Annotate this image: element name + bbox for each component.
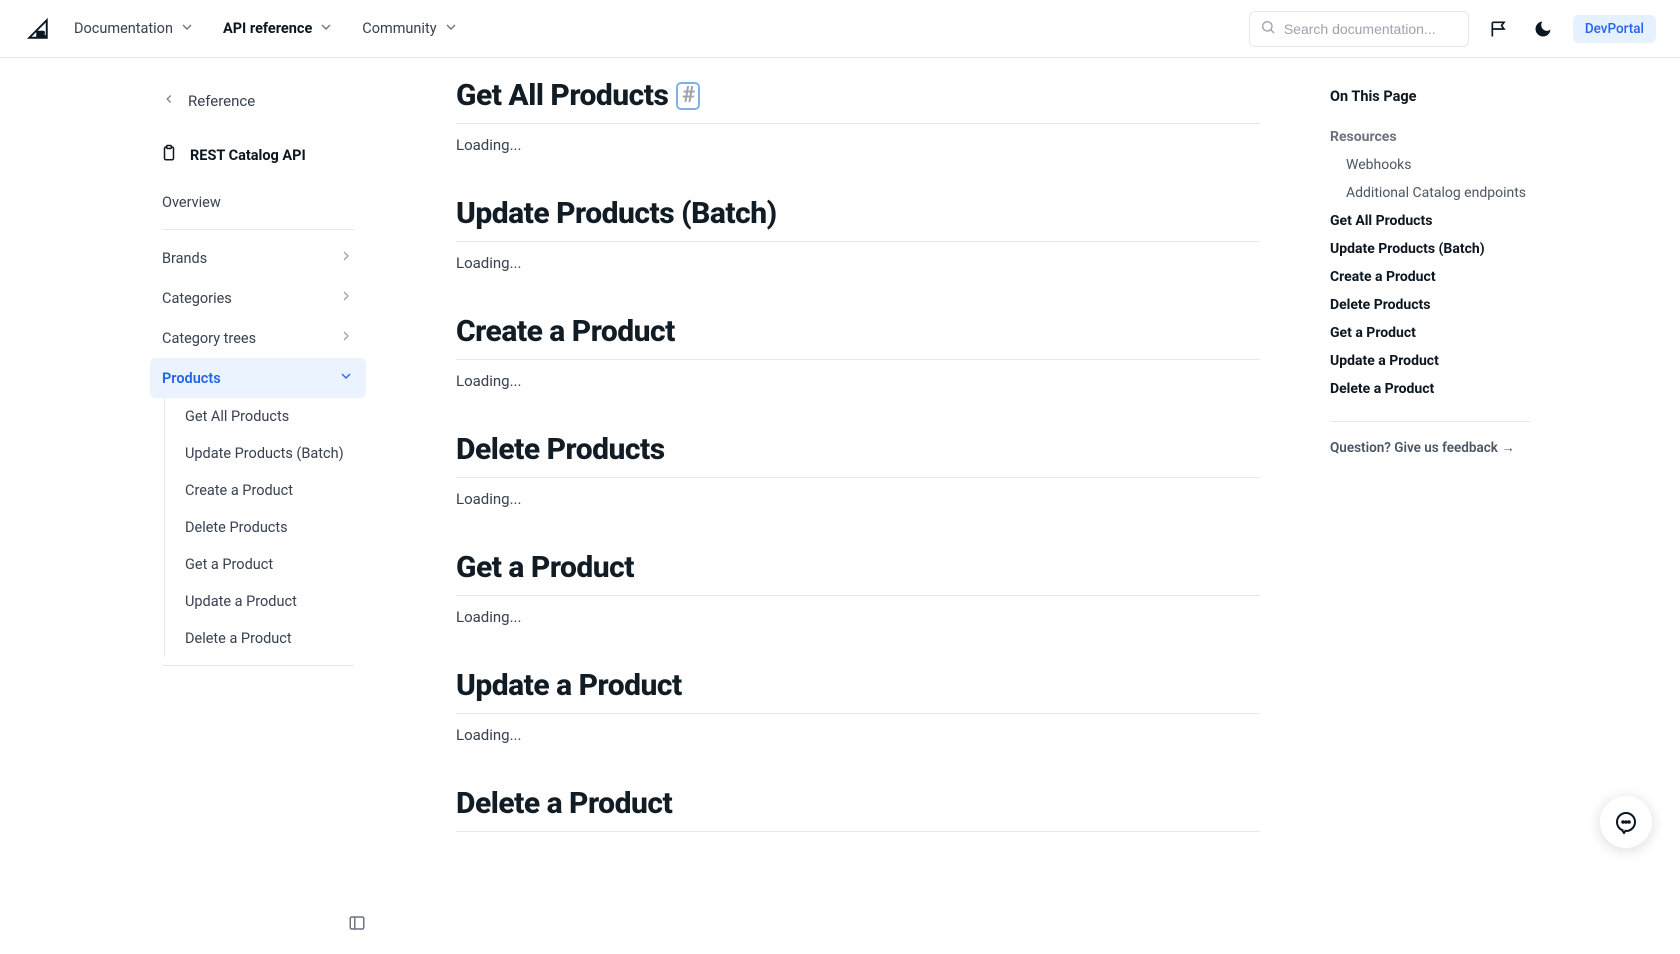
sidebar-item-label: Categories: [162, 290, 232, 307]
chevron-right-icon: [338, 288, 354, 308]
nav-documentation[interactable]: Documentation: [74, 19, 195, 39]
sidebar-sublist: Get All Products Update Products (Batch)…: [164, 398, 366, 657]
sidebar-item-products[interactable]: Products: [150, 358, 366, 398]
loading-text: Loading...: [456, 490, 1260, 508]
chevron-left-icon: [162, 92, 176, 110]
toc-link-get-a-product[interactable]: Get a Product: [1330, 319, 1530, 347]
heading-text: Delete a Product: [456, 786, 672, 821]
heading-text: Get a Product: [456, 550, 634, 585]
chevron-down-icon: [443, 19, 459, 39]
toc-link-additional-catalog-endpoints[interactable]: Additional Catalog endpoints: [1330, 179, 1530, 207]
devportal-button[interactable]: DevPortal: [1573, 15, 1656, 43]
nav-community[interactable]: Community: [362, 19, 458, 39]
sidebar-sub-get-a-product[interactable]: Get a Product: [173, 546, 366, 583]
section-heading: Get a Product: [456, 550, 1260, 596]
chat-button[interactable]: [1600, 796, 1652, 848]
sidebar-sub-create-a-product[interactable]: Create a Product: [173, 472, 366, 509]
search-box[interactable]: [1249, 11, 1469, 47]
section-heading: Delete Products: [456, 432, 1260, 478]
toc-link-webhooks[interactable]: Webhooks: [1330, 151, 1530, 179]
loading-text: Loading...: [456, 372, 1260, 390]
header-right: DevPortal: [1249, 11, 1656, 47]
loading-text: Loading...: [456, 726, 1260, 744]
section-get-all-products: Get All Products # Loading...: [456, 78, 1260, 154]
section-heading: Update Products (Batch): [456, 196, 1260, 242]
sidebar-sub-update-a-product[interactable]: Update a Product: [173, 583, 366, 620]
divider: [162, 665, 354, 666]
back-link[interactable]: Reference: [150, 82, 366, 120]
toc-link-resources[interactable]: Resources: [1330, 123, 1530, 151]
loading-text: Loading...: [456, 608, 1260, 626]
section-create-a-product: Create a Product Loading...: [456, 314, 1260, 390]
sidebar-item-categories[interactable]: Categories: [150, 278, 366, 318]
toc-title: On This Page: [1330, 88, 1530, 105]
sidebar-item-category-trees[interactable]: Category trees: [150, 318, 366, 358]
page-container: Reference REST Catalog API Overview Bran…: [140, 58, 1540, 954]
toc-link-get-all-products[interactable]: Get All Products: [1330, 207, 1530, 235]
toc-link-create-a-product[interactable]: Create a Product: [1330, 263, 1530, 291]
sidebar-item-label: Brands: [162, 250, 207, 267]
sidebar-sub-delete-a-product[interactable]: Delete a Product: [173, 620, 366, 657]
api-title: REST Catalog API: [150, 144, 366, 166]
heading-text: Get All Products: [456, 78, 668, 113]
toc-link-update-products-batch[interactable]: Update Products (Batch): [1330, 235, 1530, 263]
search-input[interactable]: [1284, 21, 1458, 37]
sidebar-sub-delete-products[interactable]: Delete Products: [173, 509, 366, 546]
heading-text: Update Products (Batch): [456, 196, 777, 231]
feedback-link[interactable]: Question? Give us feedback →: [1330, 440, 1530, 456]
chevron-right-icon: [338, 248, 354, 268]
table-of-contents: On This Page Resources Webhooks Addition…: [1300, 58, 1540, 954]
divider: [1330, 421, 1530, 422]
back-label: Reference: [188, 92, 255, 110]
section-heading: Delete a Product: [456, 786, 1260, 832]
section-update-products-batch: Update Products (Batch) Loading...: [456, 196, 1260, 272]
chevron-down-icon: [338, 368, 354, 388]
section-heading: Update a Product: [456, 668, 1260, 714]
sidebar-item-label: Products: [162, 370, 221, 387]
chevron-down-icon: [318, 19, 334, 39]
section-heading: Get All Products #: [456, 78, 1260, 124]
toc-link-delete-a-product[interactable]: Delete a Product: [1330, 375, 1530, 403]
section-update-a-product: Update a Product Loading...: [456, 668, 1260, 744]
section-delete-a-product: Delete a Product: [456, 786, 1260, 832]
sidebar-overview[interactable]: Overview: [150, 184, 366, 221]
nav-label: API reference: [223, 20, 312, 37]
heading-text: Create a Product: [456, 314, 675, 349]
heading-text: Update a Product: [456, 668, 682, 703]
nav-api-reference[interactable]: API reference: [223, 19, 334, 39]
nav-label: Community: [362, 20, 436, 37]
section-get-a-product: Get a Product Loading...: [456, 550, 1260, 626]
loading-text: Loading...: [456, 136, 1260, 154]
section-delete-products: Delete Products Loading...: [456, 432, 1260, 508]
sidebar: Reference REST Catalog API Overview Bran…: [140, 58, 376, 954]
toc-link-update-a-product[interactable]: Update a Product: [1330, 347, 1530, 375]
divider: [162, 229, 354, 230]
moon-icon[interactable]: [1529, 15, 1557, 43]
sidebar-sub-get-all-products[interactable]: Get All Products: [173, 398, 366, 435]
logo[interactable]: [24, 15, 52, 43]
api-title-label: REST Catalog API: [190, 147, 306, 164]
heading-text: Delete Products: [456, 432, 665, 467]
chevron-right-icon: [338, 328, 354, 348]
nav-label: Documentation: [74, 20, 173, 37]
sidebar-sub-update-products-batch[interactable]: Update Products (Batch): [173, 435, 366, 472]
section-heading: Create a Product: [456, 314, 1260, 360]
collapse-sidebar-button[interactable]: [348, 914, 366, 936]
header: Documentation API reference Community De…: [0, 0, 1680, 58]
flag-icon[interactable]: [1485, 15, 1513, 43]
search-icon: [1260, 19, 1284, 39]
sidebar-item-label: Overview: [162, 194, 221, 211]
main-content: Get All Products # Loading... Update Pro…: [376, 58, 1300, 954]
top-nav: Documentation API reference Community: [74, 19, 459, 39]
loading-text: Loading...: [456, 254, 1260, 272]
sidebar-item-label: Category trees: [162, 330, 256, 347]
chevron-down-icon: [179, 19, 195, 39]
toc-link-delete-products[interactable]: Delete Products: [1330, 291, 1530, 319]
clipboard-icon: [160, 144, 178, 166]
anchor-hash-icon[interactable]: #: [676, 82, 700, 110]
sidebar-item-brands[interactable]: Brands: [150, 238, 366, 278]
